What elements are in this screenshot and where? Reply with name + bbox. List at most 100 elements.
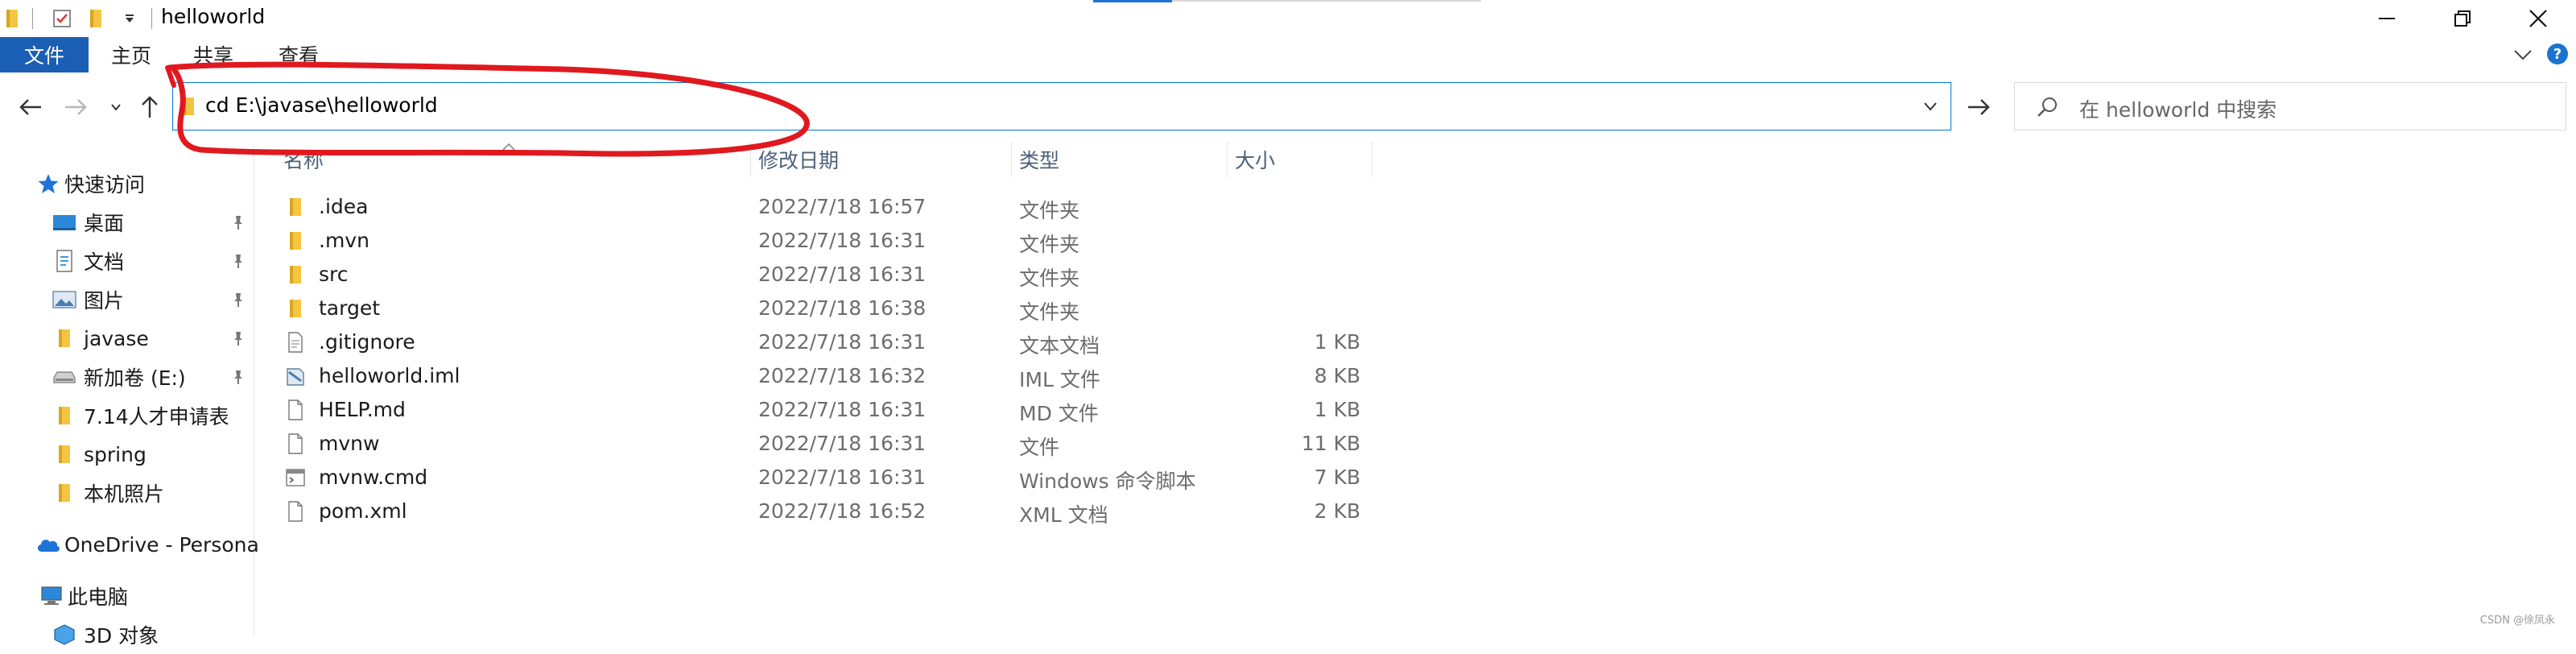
sort-indicator-icon bbox=[501, 142, 517, 151]
file-name: HELP.md bbox=[319, 398, 406, 421]
tab-file[interactable]: 文件 bbox=[0, 37, 89, 72]
file-row[interactable]: src 2022/7/18 16:31 文件夹 bbox=[254, 258, 1373, 292]
new-folder-icon[interactable] bbox=[85, 6, 109, 31]
sidebar-item-drive-e[interactable]: 新加卷 (E:) bbox=[52, 358, 186, 396]
sidebar-item-this-pc[interactable]: 此电脑 bbox=[39, 577, 128, 615]
cmd-file-icon bbox=[283, 466, 308, 490]
go-button[interactable] bbox=[1963, 90, 1995, 124]
file-date: 2022/7/18 16:52 bbox=[758, 499, 927, 523]
file-date: 2022/7/18 16:32 bbox=[758, 364, 927, 387]
pin-icon[interactable] bbox=[230, 214, 246, 230]
expand-ribbon-button[interactable] bbox=[2512, 43, 2534, 66]
sidebar-item-onedrive[interactable]: OneDrive - Persona bbox=[35, 525, 259, 564]
file-type: 文件夹 bbox=[1019, 300, 1080, 324]
sidebar-item-documents[interactable]: 文档 bbox=[52, 242, 124, 280]
file-type: XML 文档 bbox=[1019, 503, 1108, 527]
tab-share[interactable]: 共享 bbox=[193, 37, 233, 72]
sidebar-item-label: javase bbox=[84, 326, 149, 350]
file-row[interactable]: pom.xml 2022/7/18 16:52 XML 文档 2 KB bbox=[254, 495, 1373, 528]
file-date: 2022/7/18 16:31 bbox=[758, 229, 927, 252]
folder-icon bbox=[283, 195, 308, 219]
sidebar-item-label: 新加卷 (E:) bbox=[84, 366, 186, 390]
restore-icon bbox=[2454, 10, 2471, 27]
customize-toolbar-icon[interactable] bbox=[118, 6, 142, 31]
pin-icon[interactable] bbox=[230, 253, 246, 269]
sidebar-item-label: spring bbox=[84, 442, 147, 466]
restore-button[interactable] bbox=[2425, 0, 2500, 37]
file-row[interactable]: .mvn 2022/7/18 16:31 文件夹 bbox=[254, 224, 1373, 258]
file-row[interactable]: .gitignore 2022/7/18 16:31 文本文档 1 KB bbox=[254, 325, 1373, 359]
column-header-type[interactable]: 类型 bbox=[1019, 142, 1059, 177]
folder-icon bbox=[181, 94, 197, 118]
help-button[interactable]: ? bbox=[2545, 42, 2570, 66]
folder-icon bbox=[2, 6, 26, 31]
search-box[interactable]: 在 helloworld 中搜索 bbox=[2014, 82, 2566, 130]
navigation-bar: cd E:\javase\helloworld 在 helloworld 中搜索 bbox=[0, 72, 2576, 142]
file-date: 2022/7/18 16:31 bbox=[758, 398, 927, 421]
folder-icon bbox=[52, 441, 77, 467]
back-button[interactable] bbox=[14, 90, 47, 124]
address-history-button[interactable] bbox=[1922, 97, 1939, 115]
file-name: helloworld.iml bbox=[319, 364, 460, 387]
column-header-size[interactable]: 大小 bbox=[1235, 142, 1275, 177]
file-row[interactable]: HELP.md 2022/7/18 16:31 MD 文件 1 KB bbox=[254, 393, 1373, 427]
file-size: 7 KB bbox=[1314, 466, 1360, 489]
address-input[interactable]: cd E:\javase\helloworld bbox=[205, 93, 438, 117]
file-row[interactable]: .idea 2022/7/18 16:57 文件夹 bbox=[254, 190, 1373, 224]
minimize-icon bbox=[2379, 18, 2395, 19]
pin-icon[interactable] bbox=[230, 330, 246, 346]
sidebar-item-local-photos[interactable]: 本机照片 bbox=[52, 474, 164, 512]
file-size: 1 KB bbox=[1314, 330, 1360, 354]
file-type: MD 文件 bbox=[1019, 402, 1099, 425]
sidebar-item-3d-objects[interactable]: 3D 对象 bbox=[52, 615, 159, 654]
forward-button[interactable] bbox=[60, 90, 92, 124]
properties-icon[interactable] bbox=[50, 6, 74, 31]
file-date: 2022/7/18 16:31 bbox=[758, 330, 927, 354]
watermark: CSDN @徐凤永 bbox=[2479, 615, 2555, 627]
column-header-date[interactable]: 修改日期 bbox=[758, 142, 839, 177]
arrow-right-icon bbox=[1968, 99, 1990, 115]
active-indicator bbox=[1093, 0, 1172, 2]
sidebar-item-application-form[interactable]: 7.14人才申请表 bbox=[52, 396, 229, 435]
cube-icon bbox=[52, 622, 77, 648]
star-icon bbox=[35, 171, 61, 197]
ribbon-tabs: 文件 主页 共享 查看 ? bbox=[0, 37, 2576, 72]
search-input[interactable]: 在 helloworld 中搜索 bbox=[2079, 94, 2277, 123]
file-name: .mvn bbox=[319, 229, 369, 252]
address-bar[interactable]: cd E:\javase\helloworld bbox=[172, 82, 1951, 130]
tab-view[interactable]: 查看 bbox=[279, 37, 319, 72]
file-type: 文件夹 bbox=[1019, 267, 1080, 290]
pin-icon[interactable] bbox=[230, 369, 246, 385]
close-button[interactable] bbox=[2500, 0, 2576, 37]
tab-home[interactable]: 主页 bbox=[111, 37, 151, 72]
file-date: 2022/7/18 16:57 bbox=[758, 195, 927, 218]
file-row[interactable]: target 2022/7/18 16:38 文件夹 bbox=[254, 292, 1373, 325]
sidebar-item-label: 桌面 bbox=[84, 212, 125, 235]
file-row[interactable]: mvnw.cmd 2022/7/18 16:31 Windows 命令脚本 7 KB bbox=[254, 461, 1373, 495]
recent-locations-button[interactable] bbox=[100, 90, 132, 124]
file-size: 2 KB bbox=[1314, 499, 1360, 523]
pin-icon[interactable] bbox=[230, 292, 246, 308]
up-button[interactable] bbox=[134, 90, 166, 124]
file-name: target bbox=[319, 296, 381, 320]
help-icon: ? bbox=[2547, 43, 2568, 64]
file-name: src bbox=[319, 263, 349, 286]
column-header-name[interactable]: 名称 bbox=[283, 142, 324, 177]
file-size: 1 KB bbox=[1314, 398, 1360, 421]
sidebar-item-spring[interactable]: spring bbox=[52, 435, 147, 474]
file-size: 11 KB bbox=[1301, 432, 1360, 455]
sidebar-item-quick-access[interactable]: 快速访问 bbox=[35, 164, 145, 203]
file-list: .idea 2022/7/18 16:57 文件夹 .mvn 2022/7/18 16:… bbox=[254, 190, 1373, 528]
close-icon bbox=[2529, 10, 2547, 27]
chevron-down-icon bbox=[111, 104, 121, 111]
sidebar-item-pictures[interactable]: 图片 bbox=[52, 280, 124, 319]
pictures-icon bbox=[52, 287, 77, 313]
minimize-button[interactable] bbox=[2349, 0, 2425, 37]
file-date: 2022/7/18 16:31 bbox=[758, 466, 927, 489]
file-icon bbox=[283, 398, 308, 422]
chevron-down-icon bbox=[2514, 50, 2532, 60]
file-row[interactable]: mvnw 2022/7/18 16:31 文件 11 KB bbox=[254, 427, 1373, 461]
sidebar-item-javase[interactable]: javase bbox=[52, 319, 149, 358]
file-row[interactable]: helloworld.iml 2022/7/18 16:32 IML 文件 8 KB bbox=[254, 359, 1373, 393]
sidebar-item-desktop[interactable]: 桌面 bbox=[52, 203, 124, 242]
